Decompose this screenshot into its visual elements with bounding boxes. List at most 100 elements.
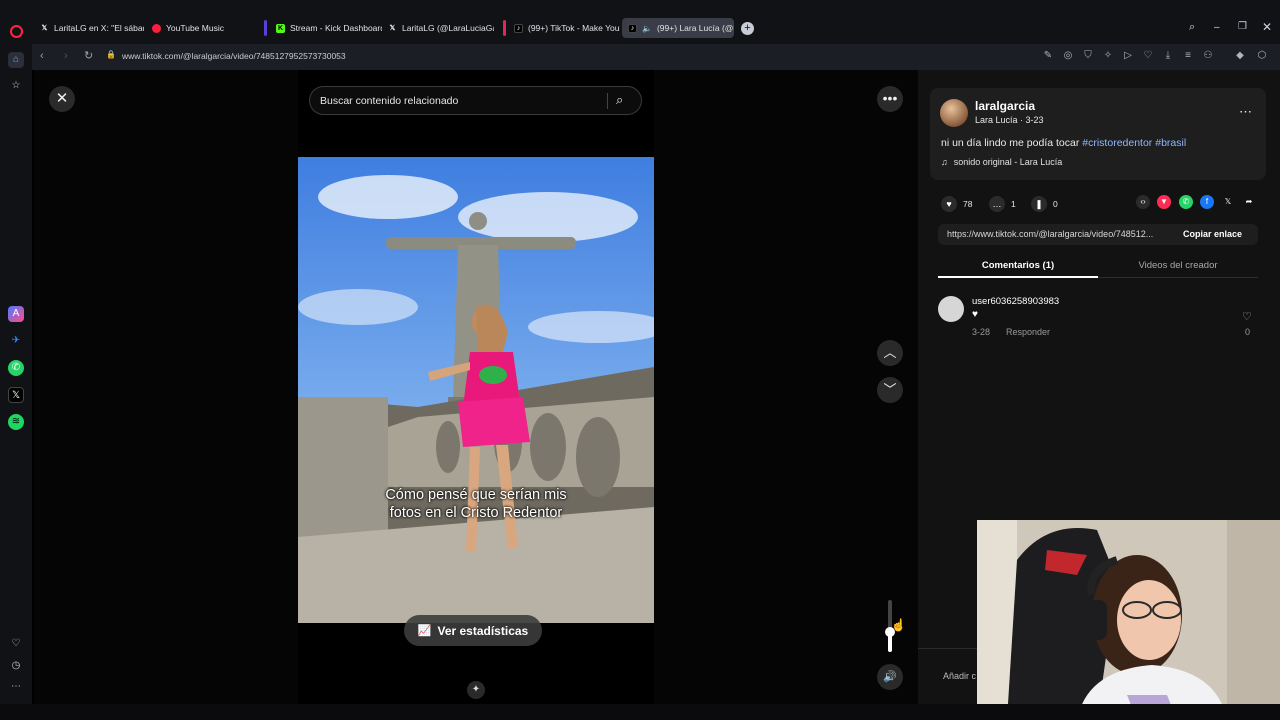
search-divider: [607, 93, 608, 109]
heart-icon[interactable]: ♡: [1142, 50, 1154, 62]
browser-tab-bar: 𝕏 LaritaLG en X: "El sábado h YouTube Mu…: [0, 0, 1280, 44]
reply-button[interactable]: Responder: [1006, 327, 1050, 337]
home-icon[interactable]: ⌂: [8, 52, 24, 68]
webcam-overlay: [977, 520, 1280, 720]
like-action[interactable]: ♥ 78: [941, 196, 972, 212]
video-link-box: https://www.tiktok.com/@laralgarcia/vide…: [938, 224, 1258, 245]
description-text: ni un día lindo me podía tocar: [941, 137, 1080, 149]
whatsapp-icon[interactable]: ✆: [1179, 195, 1193, 209]
tab-laritalg-x[interactable]: 𝕏 LaritaLG (@LaraLuciaGarc: [382, 18, 494, 38]
aria-icon[interactable]: A: [8, 306, 24, 322]
copy-link-button[interactable]: Copiar enlace: [1183, 229, 1242, 239]
youtube-music-icon: [152, 23, 161, 33]
x-logo-icon: 𝕏: [41, 25, 48, 32]
heart-icon: ♥: [941, 196, 957, 212]
comment-text: ♥: [972, 309, 978, 320]
video-player[interactable]: [298, 157, 654, 623]
close-window-icon[interactable]: ✕: [1262, 20, 1272, 34]
messenger-icon[interactable]: ✈: [8, 333, 24, 349]
facebook-icon[interactable]: f: [1200, 195, 1214, 209]
x-logo-icon[interactable]: 𝕏: [8, 387, 24, 403]
forward-arrow-icon[interactable]: ›: [64, 50, 68, 62]
tab-label: (99+) Lara Lucía (@lar: [656, 23, 734, 33]
tab-kick-dashboard[interactable]: K Stream - Kick Dashboard: [270, 18, 382, 38]
bookmark-icon: ❚: [1031, 196, 1047, 212]
more-dots-icon[interactable]: ⋯: [8, 679, 24, 695]
sound-row[interactable]: ♫ sonido original - Lara Lucía: [941, 157, 1062, 167]
tab-label: LaritaLG (@LaraLuciaGarc: [402, 23, 494, 33]
settings-cube-icon[interactable]: ⬡: [1256, 50, 1268, 62]
browser-sidebar: ⌂ ☆ A ✈ ✆ 𝕏 ≋ ♡ ◷ ⋯: [0, 44, 32, 704]
sound-label: sonido original - Lara Lucía: [953, 157, 1063, 167]
chevron-down-icon[interactable]: ﹀: [877, 377, 903, 403]
minimize-icon[interactable]: –: [1214, 22, 1220, 33]
video-frame-image: [298, 157, 654, 623]
creator-name-date: Lara Lucía · 3-23: [975, 115, 1044, 125]
send-to-friends-icon[interactable]: ▼: [1157, 195, 1171, 209]
pinboard-icon[interactable]: ☆: [8, 78, 24, 94]
close-icon[interactable]: ✕: [49, 86, 75, 112]
heart-icon[interactable]: ♡: [8, 636, 24, 652]
tab-label: (99+) TikTok - Make Your: [528, 23, 620, 33]
wallet-icon[interactable]: ◆: [1234, 50, 1246, 62]
avatar[interactable]: [938, 296, 964, 322]
mouse-cursor-icon: ☝: [891, 618, 906, 632]
back-arrow-icon[interactable]: ‹: [40, 50, 44, 62]
tab-comments[interactable]: Comentarios (1): [938, 260, 1098, 271]
tab-creator-videos[interactable]: Videos del creador: [1098, 260, 1258, 271]
reload-icon[interactable]: ↻: [84, 49, 93, 62]
tab-larita-x[interactable]: 𝕏 LaritaLG en X: "El sábado h: [34, 18, 144, 38]
video-link-url[interactable]: https://www.tiktok.com/@laralgarcia/vide…: [947, 229, 1153, 239]
comment-action[interactable]: … 1: [989, 196, 1016, 212]
tiktok-logo-icon: ♪: [514, 23, 523, 33]
kick-logo-icon: K: [276, 23, 285, 33]
more-options-icon[interactable]: •••: [877, 86, 903, 112]
search-icon[interactable]: ⌕: [616, 92, 623, 108]
url-field[interactable]: www.tiktok.com/@laralgarcia/video/748512…: [122, 51, 346, 61]
video-caption: Cómo pensé que serían mis fotos en el Cr…: [298, 486, 654, 522]
history-clock-icon[interactable]: ◷: [8, 658, 24, 674]
shield-icon[interactable]: ⛉: [1082, 50, 1094, 62]
comment-like-heart-icon[interactable]: ♡: [1242, 310, 1252, 323]
tab-youtube-music[interactable]: YouTube Music: [146, 18, 256, 38]
chevron-up-icon[interactable]: ︿: [877, 340, 903, 366]
search-tabs-icon[interactable]: ⌕: [1189, 21, 1195, 34]
webcam-image: [977, 520, 1280, 720]
video-description: ni un día lindo me podía tocar #cristore…: [941, 137, 1186, 149]
tab-tiktok-home[interactable]: ♪ (99+) TikTok - Make Your: [508, 18, 620, 38]
creator-username[interactable]: laralgarcia: [975, 99, 1035, 113]
sparkle-effects-icon[interactable]: ✦: [467, 681, 485, 699]
search-input[interactable]: Buscar contenido relacionado ⌕: [309, 86, 642, 115]
edit-icon[interactable]: ✎: [1042, 50, 1054, 62]
view-stats-button[interactable]: 📈 Ver estadísticas: [404, 615, 542, 646]
tab-group-marker: [503, 20, 506, 36]
comment-count: 1: [1011, 199, 1016, 209]
hashtag-link[interactable]: #cristoredentor: [1082, 137, 1152, 149]
creator-avatar[interactable]: [940, 99, 968, 127]
volume-icon[interactable]: 🔊: [877, 664, 903, 690]
comment-username[interactable]: user6036258903983: [972, 296, 1059, 307]
camera-icon[interactable]: ◎: [1062, 50, 1074, 62]
embed-code-icon[interactable]: ‹›: [1136, 195, 1150, 209]
comment-like-count: 0: [1245, 327, 1251, 337]
tab-tiktok-video[interactable]: ♪ 🔈 (99+) Lara Lucía (@lar: [622, 18, 734, 38]
extension-icon[interactable]: ✧: [1102, 50, 1114, 62]
menu-lines-icon[interactable]: ≡: [1182, 50, 1194, 62]
share-arrow-icon[interactable]: ➦: [1242, 195, 1256, 209]
hashtag-link[interactable]: #brasil: [1155, 137, 1186, 149]
save-count: 0: [1053, 199, 1058, 209]
new-tab-plus-icon[interactable]: +: [741, 22, 754, 35]
spotify-icon[interactable]: ≋: [8, 414, 24, 430]
music-note-icon: ♫: [941, 157, 948, 167]
play-icon[interactable]: ▷: [1122, 50, 1134, 62]
more-options-icon[interactable]: ⋯: [1239, 104, 1252, 120]
x-logo-icon[interactable]: 𝕏: [1221, 195, 1235, 209]
whatsapp-icon[interactable]: ✆: [8, 360, 24, 376]
tab-label: LaritaLG en X: "El sábado h: [54, 23, 144, 33]
download-icon[interactable]: ⤓: [1162, 50, 1174, 62]
restore-icon[interactable]: ❐: [1238, 21, 1247, 32]
tab-group-marker: [264, 20, 267, 36]
save-action[interactable]: ❚ 0: [1031, 196, 1058, 212]
opera-logo-icon[interactable]: [10, 25, 23, 38]
profile-icon[interactable]: ⚇: [1202, 50, 1214, 62]
